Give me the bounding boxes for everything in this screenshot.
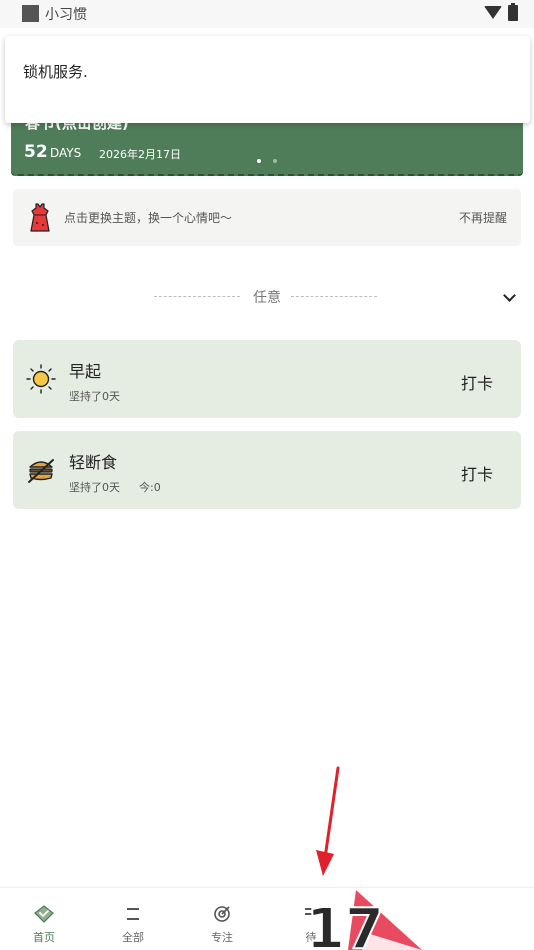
annotation-arrow (316, 766, 340, 876)
nav-label: 全部 (122, 931, 144, 944)
carousel-dot-active (257, 159, 261, 163)
habit-name: 早起 (69, 362, 102, 381)
theme-tip-text: 点击更换主题，换一个心情吧～ (64, 211, 233, 225)
toast-message: 锁机服务. (23, 63, 88, 81)
theme-tip[interactable]: 点击更换主题，换一个心情吧～ 不再提醒 (13, 189, 521, 246)
chevron-down-icon[interactable] (503, 289, 516, 302)
habit-streak: 坚持了0天 (69, 481, 120, 494)
battery-icon (508, 3, 518, 21)
status-app-name: 小习惯 (45, 7, 87, 23)
app-notification-icon (22, 5, 39, 22)
nav-item-focus[interactable]: 专注 (192, 888, 252, 950)
dress-icon (30, 203, 50, 232)
home-icon (34, 905, 54, 923)
habit-card[interactable]: 轻断食 坚持了0天 今:0 打卡 (13, 431, 521, 509)
svg-text:17: 17 (306, 897, 384, 950)
section-divider-left (154, 296, 240, 297)
banner-date: 2026年2月17日 (99, 148, 181, 161)
wifi-icon (484, 6, 502, 19)
burger-icon (28, 459, 54, 483)
nav-label: 首页 (33, 931, 55, 944)
dismiss-tip-button[interactable]: 不再提醒 (459, 209, 507, 226)
overlay-badge: 17 (305, 890, 422, 950)
toast-popup: 锁机服务. (5, 36, 530, 123)
habit-card[interactable]: 早起 坚持了0天 打卡 (13, 340, 521, 418)
nav-item-all[interactable]: 全部 (103, 888, 163, 950)
status-bar: 小习惯 (0, 0, 534, 28)
section-divider-right (291, 296, 377, 297)
target-icon (214, 906, 230, 922)
banner-days-count: 52 (24, 142, 48, 162)
habit-name: 轻断食 (69, 453, 118, 472)
list-icon (127, 908, 139, 920)
habit-streak: 坚持了0天 (69, 390, 120, 403)
habit-today-count: 今:0 (139, 481, 161, 494)
banner-days-unit: DAYS (50, 146, 82, 160)
nav-label: 专注 (211, 931, 233, 944)
bottom-nav: 首页 全部 专注 待 (0, 887, 534, 950)
nav-item-home[interactable]: 首页 (14, 888, 74, 950)
checkin-button[interactable]: 打卡 (461, 370, 493, 394)
carousel-dot (273, 159, 277, 163)
checkin-button[interactable]: 打卡 (461, 461, 493, 485)
sun-icon (26, 364, 56, 394)
section-title: 任意 (253, 290, 281, 306)
